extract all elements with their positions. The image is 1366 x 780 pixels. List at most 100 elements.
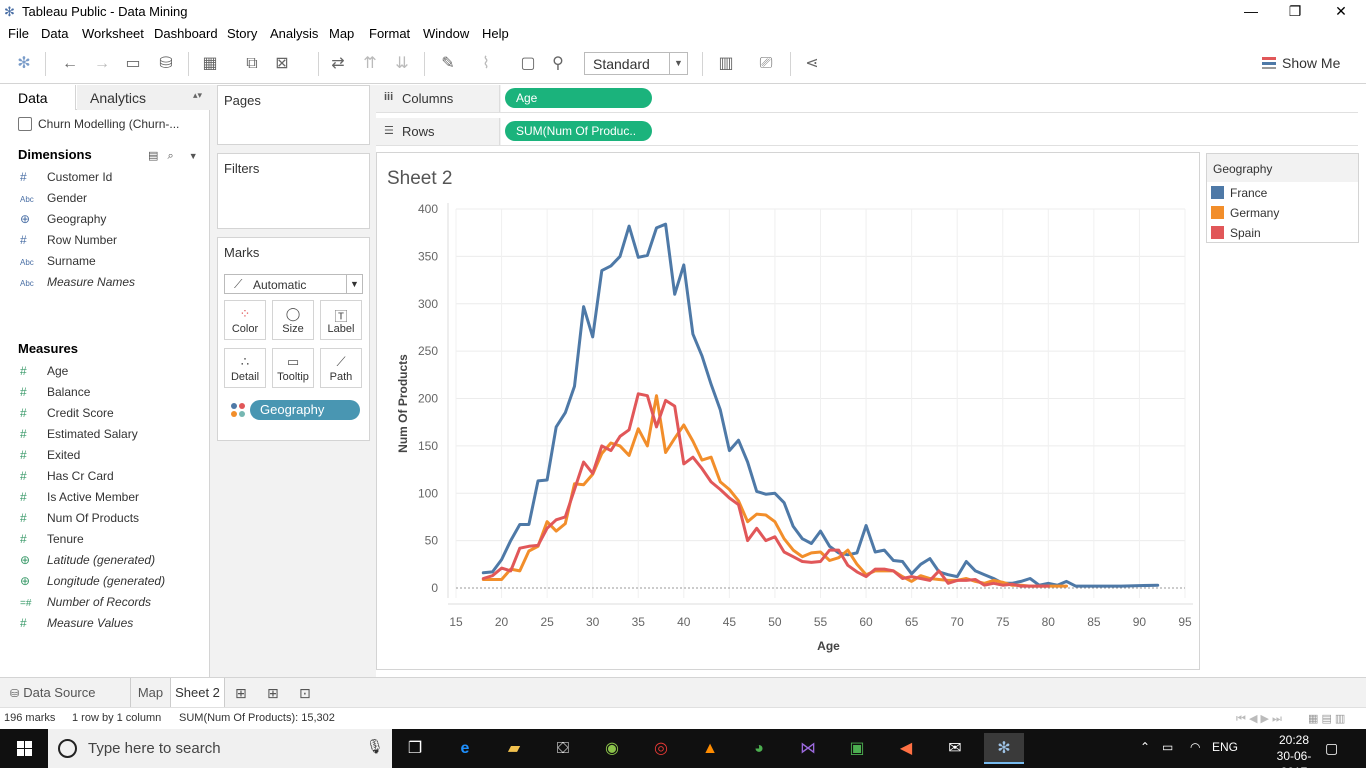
redo-icon[interactable]: →: [90, 52, 114, 76]
edge-icon[interactable]: e: [445, 733, 485, 764]
tab-analytics[interactable]: Analytics ▴▾: [77, 85, 210, 110]
sort-descending-icon[interactable]: ⇊: [390, 52, 414, 76]
new-worksheet-tab-icon[interactable]: ⊞: [235, 678, 247, 707]
rows-drop-area[interactable]: SUM(Num Of Produc..: [501, 118, 1358, 145]
tray-chevron-up-icon[interactable]: ⌃: [1140, 740, 1150, 754]
new-story-tab-icon[interactable]: ⊡: [299, 678, 311, 707]
field-row-number[interactable]: # Row Number: [20, 233, 117, 253]
search-icon[interactable]: ⌕: [167, 150, 173, 162]
show-labels-icon[interactable]: ▢: [516, 52, 540, 76]
chrome-icon[interactable]: ◕: [739, 733, 779, 764]
legend-item-france[interactable]: France: [1211, 186, 1267, 200]
geography-color-pill[interactable]: Geography: [250, 400, 360, 420]
microphone-icon[interactable]: 🎙: [366, 738, 384, 755]
series-line-spain[interactable]: [481, 392, 1050, 588]
path-button[interactable]: ⟋ Path: [320, 348, 362, 388]
save-icon[interactable]: ▭: [121, 52, 145, 76]
line-chart[interactable]: 0 50 100 150 200 250 300 350 400 15 20 25 30 35 40 45 50…: [377, 153, 1199, 669]
mail-icon[interactable]: ✉: [935, 733, 975, 764]
undo-icon[interactable]: ←: [58, 52, 82, 76]
share-icon[interactable]: ⋖: [800, 52, 824, 76]
field-estimated-salary[interactable]: # Estimated Salary: [20, 427, 138, 447]
detail-button[interactable]: ∴ Detail: [224, 348, 266, 388]
start-button[interactable]: [0, 729, 48, 768]
legend-item-germany[interactable]: Germany: [1211, 206, 1279, 220]
tab-map[interactable]: Map: [130, 678, 170, 707]
sheet-navigation-icon[interactable]: ⏮ ◀ ▶ ⏭: [1236, 712, 1282, 726]
num-products-row-pill[interactable]: SUM(Num Of Produc..: [505, 121, 652, 141]
field-is-active-member[interactable]: # Is Active Member: [20, 490, 139, 510]
chevron-down-icon[interactable]: ▼: [189, 151, 198, 161]
task-view-icon[interactable]: ❐: [395, 733, 435, 764]
duplicate-sheet-icon[interactable]: ⧉: [240, 52, 264, 76]
menu-analysis[interactable]: Analysis: [270, 26, 318, 41]
field-credit-score[interactable]: # Credit Score: [20, 406, 114, 426]
new-dashboard-tab-icon[interactable]: ⊞: [267, 678, 279, 707]
clear-sheet-icon[interactable]: ⊠: [270, 52, 294, 76]
field-num-of-products[interactable]: # Num Of Products: [20, 511, 139, 531]
vlc-icon[interactable]: ▲: [690, 733, 730, 764]
fix-axes-icon[interactable]: ⚲: [546, 52, 570, 76]
store-icon[interactable]: ⛋: [543, 733, 583, 764]
minimize-button[interactable]: —: [1228, 0, 1274, 23]
new-datasource-icon[interactable]: ⛁: [154, 52, 178, 76]
tooltip-button[interactable]: ▭ Tooltip: [272, 348, 314, 388]
color-button[interactable]: ⁘ Color: [224, 300, 266, 340]
battery-icon[interactable]: ▭: [1162, 740, 1173, 754]
visual-studio-icon[interactable]: ⋈: [788, 733, 828, 764]
file-explorer-icon[interactable]: ▰: [494, 733, 534, 764]
close-button[interactable]: ✕: [1318, 0, 1364, 23]
field-longitude-generated[interactable]: ⊕ Longitude (generated): [20, 574, 165, 594]
menu-worksheet[interactable]: Worksheet: [82, 26, 144, 41]
restore-button[interactable]: ❐: [1272, 0, 1318, 23]
size-button[interactable]: ◯ Size: [272, 300, 314, 340]
field-geography[interactable]: ⊕ Geography: [20, 212, 106, 232]
field-number-of-records[interactable]: =# Number of Records: [20, 595, 151, 615]
label-button[interactable]: 🅃 Label: [320, 300, 362, 340]
field-customer-id[interactable]: # Customer Id: [20, 170, 112, 190]
show-me-button[interactable]: Show Me: [1262, 55, 1340, 71]
field-latitude-generated[interactable]: ⊕ Latitude (generated): [20, 553, 155, 573]
columns-drop-area[interactable]: Age: [501, 85, 1358, 112]
field-gender[interactable]: Abc Gender: [20, 191, 87, 211]
menu-format[interactable]: Format: [369, 26, 410, 41]
menu-story[interactable]: Story: [227, 26, 257, 41]
datasource-item[interactable]: Churn Modelling (Churn-...: [18, 117, 179, 131]
presentation-mode-icon[interactable]: ⎚: [754, 52, 778, 76]
show-cards-icon[interactable]: ▥: [714, 52, 738, 76]
wifi-icon[interactable]: ◠: [1190, 740, 1200, 754]
sort-ascending-icon[interactable]: ⇈: [358, 52, 382, 76]
audio-app-icon[interactable]: ◀: [886, 733, 926, 764]
clock[interactable]: 20:28 30-06-2017: [1264, 732, 1324, 780]
menu-map[interactable]: Map: [329, 26, 354, 41]
new-worksheet-icon[interactable]: ▦: [198, 52, 222, 76]
field-exited[interactable]: # Exited: [20, 448, 80, 468]
notifications-icon[interactable]: ▢: [1325, 740, 1338, 757]
filters-card[interactable]: Filters: [217, 153, 370, 229]
field-measure-names[interactable]: Abc Measure Names: [20, 275, 135, 295]
swap-rows-columns-icon[interactable]: ⇄: [326, 52, 350, 76]
highlight-icon[interactable]: ✎: [436, 52, 460, 76]
group-members-icon[interactable]: ⌇: [474, 52, 498, 76]
project-icon[interactable]: ▣: [837, 733, 877, 764]
android-studio-icon[interactable]: ◉: [592, 733, 632, 764]
field-age[interactable]: # Age: [20, 364, 68, 384]
tab-data[interactable]: Data: [0, 85, 76, 110]
language-indicator[interactable]: ENG: [1212, 740, 1238, 754]
field-has-cr-card[interactable]: # Has Cr Card: [20, 469, 114, 489]
view-grid-icon[interactable]: ▦ ▤ ▥: [1308, 712, 1345, 725]
field-surname[interactable]: Abc Surname: [20, 254, 96, 274]
pages-card[interactable]: Pages: [217, 85, 370, 145]
app-icon[interactable]: ◎: [641, 733, 681, 764]
tableau-taskbar-icon[interactable]: ✻: [984, 733, 1024, 764]
menu-file[interactable]: File: [8, 26, 29, 41]
field-balance[interactable]: # Balance: [20, 385, 90, 405]
legend-item-spain[interactable]: Spain: [1211, 226, 1261, 240]
field-tenure[interactable]: # Tenure: [20, 532, 84, 552]
menu-data[interactable]: Data: [41, 26, 68, 41]
menu-dashboard[interactable]: Dashboard: [154, 26, 218, 41]
field-measure-values[interactable]: # Measure Values: [20, 616, 133, 636]
tab-sheet-2[interactable]: Sheet 2: [170, 678, 225, 707]
tableau-home-icon[interactable]: ✻: [12, 52, 36, 76]
mark-type-dropdown[interactable]: ⟋ Automatic ▼: [224, 274, 363, 294]
